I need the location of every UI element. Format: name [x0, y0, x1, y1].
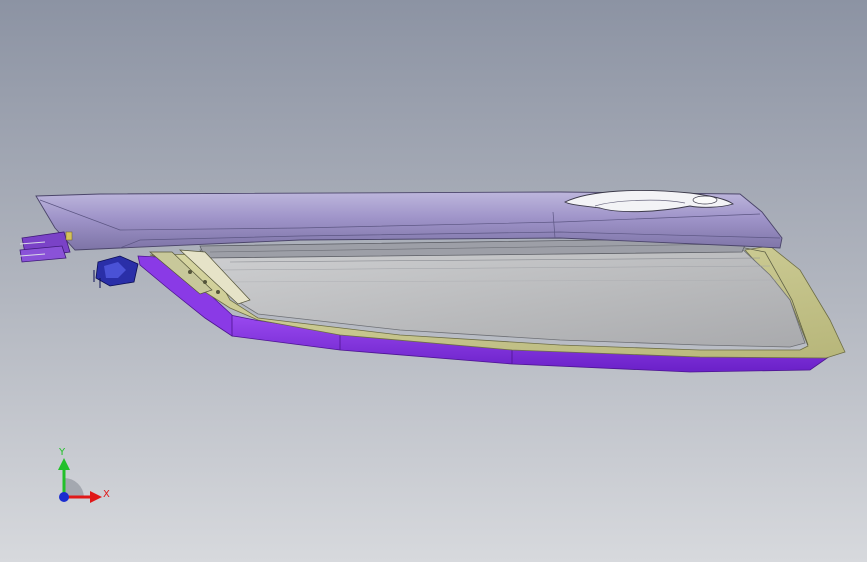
coordinate-triad: Y X — [58, 447, 110, 503]
x-arrowhead-icon — [90, 491, 102, 503]
x-axis-label: X — [103, 489, 110, 500]
z-axis-dot — [59, 492, 69, 502]
cad-viewport[interactable]: Y X — [0, 0, 867, 562]
y-axis-label: Y — [58, 447, 66, 458]
y-arrowhead-icon — [58, 458, 70, 470]
